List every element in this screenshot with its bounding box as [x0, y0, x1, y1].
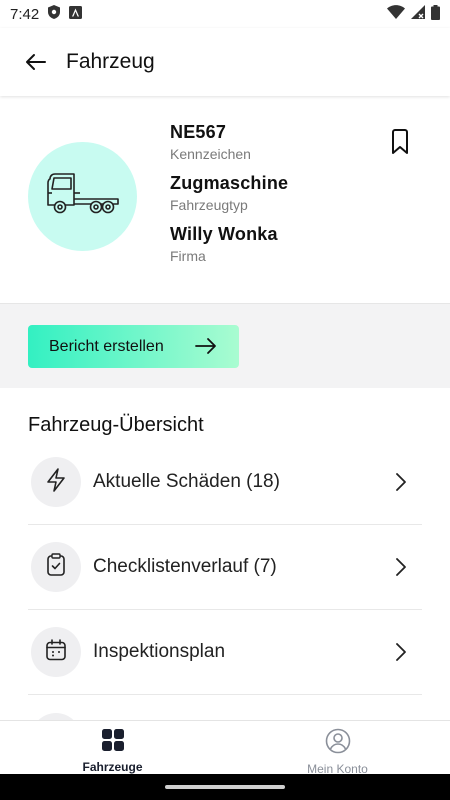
- status-bar: 7:42: [0, 0, 450, 28]
- shield-notification-icon: [47, 4, 61, 24]
- lightning-icon: [46, 467, 66, 497]
- overview-heading: Fahrzeug-Übersicht: [28, 414, 204, 436]
- clipboard-check-icon: [46, 552, 66, 582]
- nav-item-account[interactable]: Mein Konto: [225, 721, 450, 776]
- overview-item-partial: [31, 713, 81, 720]
- vehicle-card: NE567 Kennzeichen Zugmaschine Fahrzeugty…: [0, 96, 450, 304]
- create-report-label: Bericht erstellen: [49, 337, 164, 355]
- chevron-right-icon: [396, 558, 406, 581]
- overview-item-checklist-history[interactable]: Checklistenverlauf (7): [28, 525, 422, 610]
- vehicle-plate-label: Kennzeichen: [170, 146, 251, 162]
- vehicle-plate: NE567: [170, 122, 227, 142]
- home-gesture-handle[interactable]: [165, 785, 285, 789]
- vehicle-company-label: Firma: [170, 248, 206, 264]
- arrow-right-icon: [195, 337, 217, 360]
- overview-item-label: Inspektionsplan: [93, 641, 226, 662]
- overview-item-icon-bg: [31, 627, 81, 677]
- nav-item-vehicles[interactable]: Fahrzeuge: [0, 721, 225, 774]
- vehicle-company: Willy Wonka: [170, 224, 278, 244]
- page-title: Fahrzeug: [66, 50, 155, 73]
- overview-item-inspection-plan[interactable]: Inspektionsplan: [28, 610, 422, 695]
- bottom-nav: Fahrzeuge Mein Konto: [0, 720, 450, 776]
- status-time: 7:42: [10, 5, 40, 23]
- overview-item-icon-bg: [31, 457, 81, 507]
- cell-signal-icon: [411, 5, 425, 23]
- overview-item-label: Checklistenverlauf (7): [93, 556, 277, 577]
- overview-item-icon-bg: [31, 542, 81, 592]
- grid-icon: [101, 728, 125, 757]
- back-arrow-icon[interactable]: [22, 48, 50, 76]
- overview-item-damages[interactable]: Aktuelle Schäden (18): [28, 440, 422, 525]
- account-icon: [325, 728, 351, 759]
- vehicle-type-label: Fahrzeugtyp: [170, 197, 248, 213]
- chevron-right-icon: [396, 473, 406, 496]
- vehicle-avatar: [28, 142, 137, 251]
- bookmark-icon[interactable]: [386, 128, 414, 156]
- truck-icon: [44, 169, 122, 224]
- create-report-button[interactable]: Bericht erstellen: [28, 325, 239, 368]
- vehicle-overview: Fahrzeug-Übersicht Aktuelle Schäden (18)…: [0, 388, 450, 720]
- chevron-right-icon: [396, 643, 406, 666]
- app-bar: Fahrzeug: [0, 28, 450, 96]
- vehicle-info: NE567 Kennzeichen Zugmaschine Fahrzeugty…: [170, 122, 288, 275]
- wifi-icon: [387, 5, 405, 23]
- vehicle-type: Zugmaschine: [170, 173, 289, 193]
- battery-icon: [431, 4, 440, 24]
- system-gesture-bar: [0, 774, 450, 800]
- nav-label-vehicles: Fahrzeuge: [82, 760, 143, 774]
- calendar-icon: [45, 638, 67, 666]
- overview-item-label: Aktuelle Schäden (18): [93, 471, 280, 492]
- action-band: Bericht erstellen: [0, 304, 450, 388]
- app-notification-icon: [69, 5, 83, 23]
